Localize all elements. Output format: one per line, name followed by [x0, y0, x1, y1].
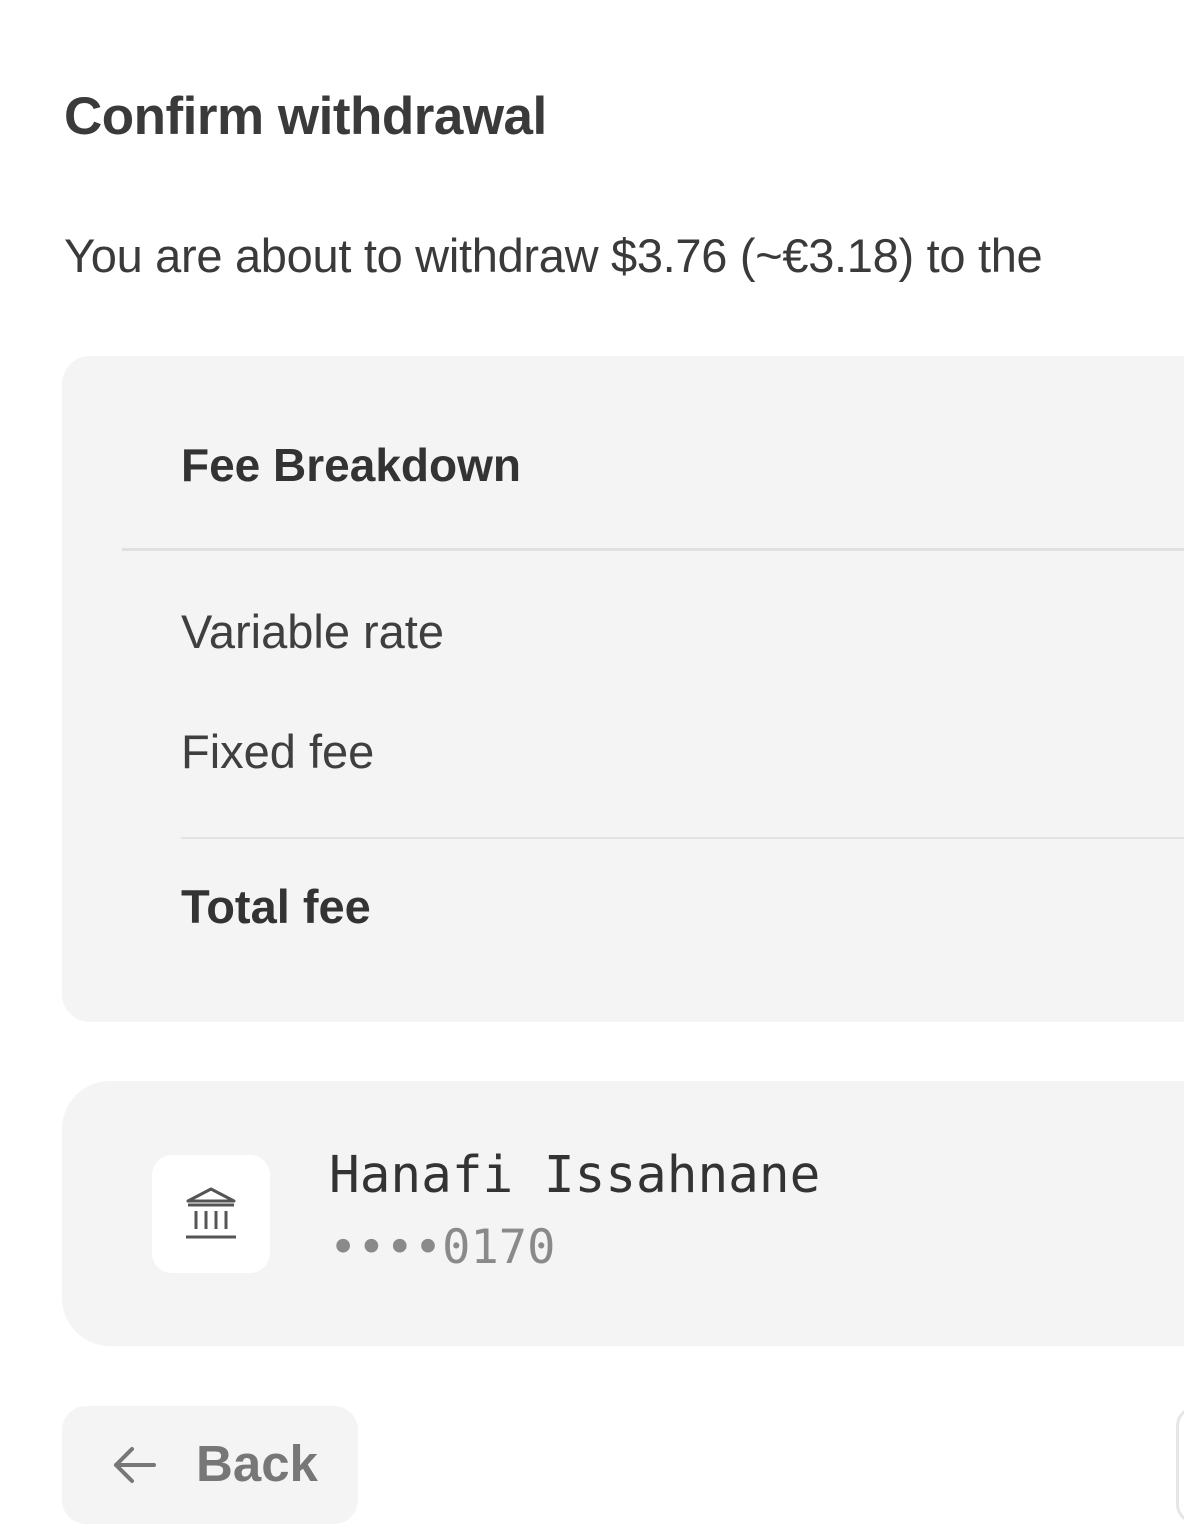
page-title: Confirm withdrawal — [64, 87, 547, 146]
variable-rate-label: Variable rate — [181, 605, 444, 658]
withdrawal-confirmation-page: Confirm withdrawal You are about to with… — [0, 0, 1184, 1532]
confirm-button[interactable] — [1176, 1406, 1184, 1524]
total-fee-label: Total fee — [181, 880, 371, 933]
withdrawal-description: You are about to withdraw $3.76 (~€3.18)… — [64, 229, 1043, 282]
fee-breakdown-divider — [122, 548, 1184, 551]
back-button-label: Back — [196, 1435, 318, 1492]
account-number-masked: ••••0170 — [329, 1220, 556, 1275]
fixed-fee-label: Fixed fee — [181, 725, 375, 778]
bank-icon — [186, 1187, 236, 1239]
total-divider — [181, 837, 1184, 839]
account-holder-name: Hanafi Issahnane — [329, 1146, 821, 1205]
back-button[interactable]: Back — [62, 1406, 358, 1524]
bank-icon-container — [152, 1155, 270, 1273]
arrow-left-icon — [114, 1447, 156, 1483]
fee-breakdown-title: Fee Breakdown — [181, 439, 521, 491]
